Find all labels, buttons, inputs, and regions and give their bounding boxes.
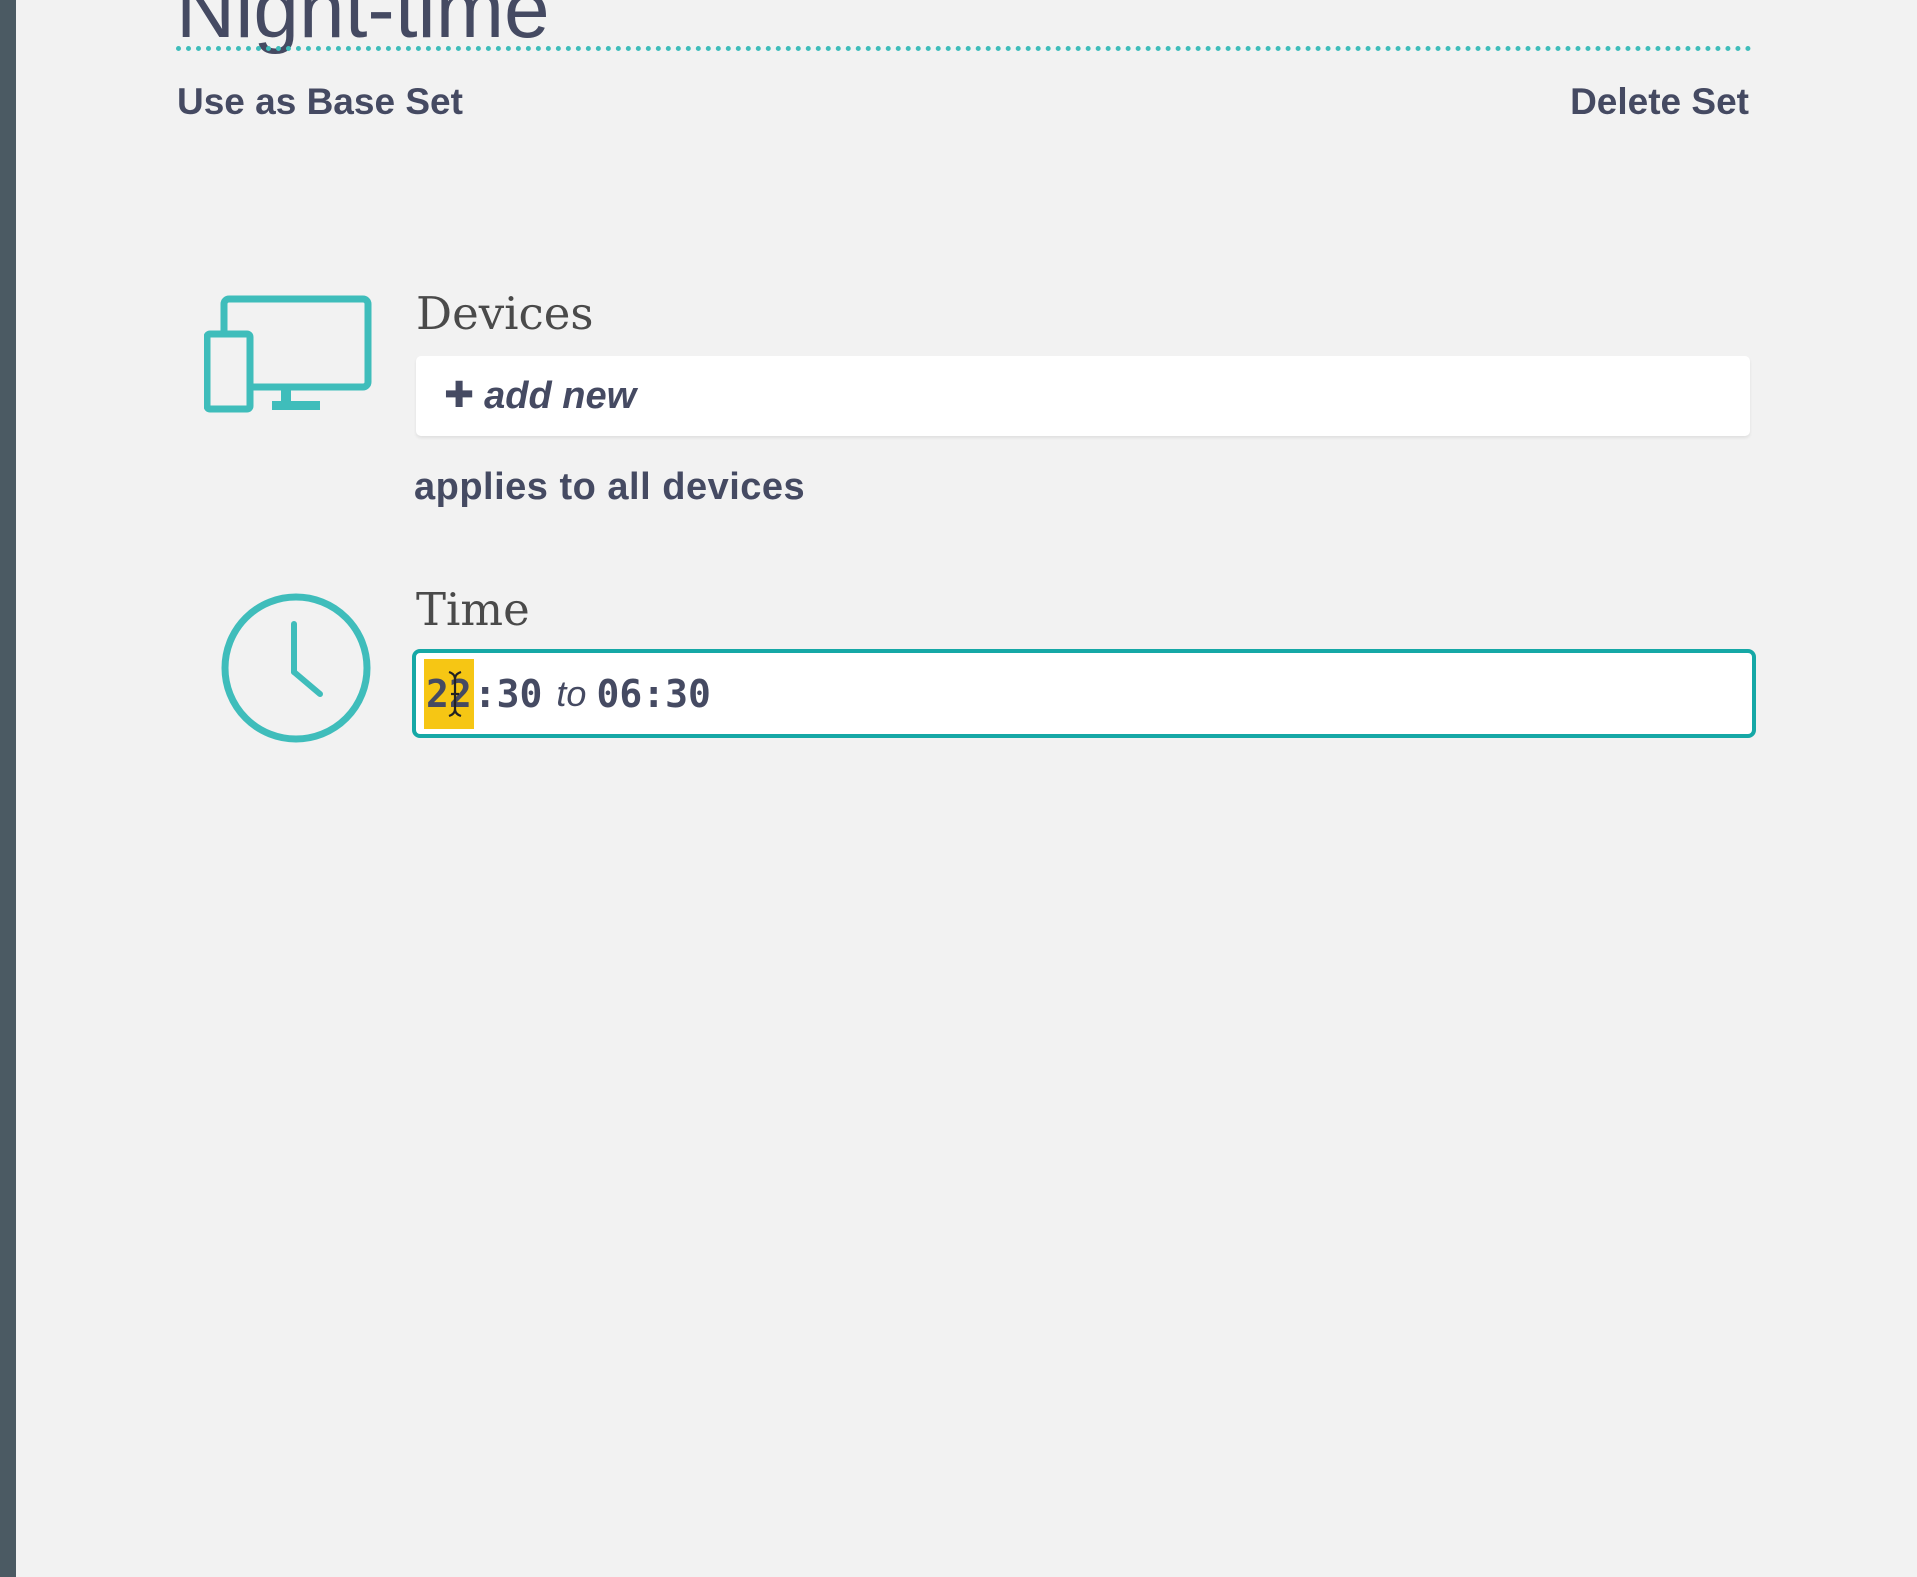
add-new-device-button[interactable]: ✚ add new bbox=[416, 356, 1750, 436]
start-minute: :30 bbox=[473, 671, 543, 716]
start-hour-selection[interactable]: 22 bbox=[424, 658, 474, 729]
left-sidebar-edge bbox=[0, 0, 16, 1577]
time-range-value: 22 :30 to 06:30 bbox=[424, 658, 711, 729]
devices-icon bbox=[204, 295, 372, 413]
clock-icon bbox=[221, 593, 371, 743]
add-new-label: add new bbox=[484, 374, 637, 417]
end-time[interactable]: 06:30 bbox=[596, 672, 710, 716]
page-title: Night-time bbox=[176, 0, 550, 55]
text-cursor-icon bbox=[448, 670, 462, 717]
applies-to-all-devices-text: applies to all devices bbox=[414, 466, 806, 508]
time-label: Time bbox=[416, 583, 530, 636]
time-range-input[interactable]: 22 :30 to 06:30 bbox=[412, 649, 1756, 738]
time-separator: to bbox=[556, 672, 587, 714]
delete-set-link[interactable]: Delete Set bbox=[1570, 80, 1749, 124]
plus-icon: ✚ bbox=[444, 375, 475, 416]
devices-label: Devices bbox=[416, 287, 594, 340]
title-divider bbox=[176, 46, 1752, 51]
use-as-base-set-link[interactable]: Use as Base Set bbox=[177, 80, 463, 124]
